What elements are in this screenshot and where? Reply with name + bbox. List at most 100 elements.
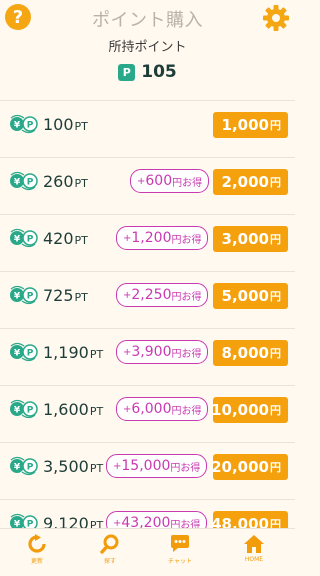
buy-button[interactable]: 2,000 円 — [213, 169, 288, 195]
package-row: ¥ P 100PT 1,000 円 — [0, 100, 295, 149]
bottom-nav: 更新 探す チャット HOME — [0, 528, 295, 576]
package-row: ¥ P 260PT +600 円お得 2,000 円 — [0, 157, 295, 206]
chat-icon — [171, 535, 189, 552]
package-row: ¥ P 1,190PT +3,900 円お得 8,000 円 — [0, 328, 295, 377]
bonus-badge: +6,000 円お得 — [116, 397, 209, 421]
price-value: 10,000 — [211, 401, 269, 419]
points-unit: PT — [89, 405, 104, 418]
yen-to-point-icon: ¥ P — [10, 114, 38, 134]
svg-text:¥: ¥ — [14, 463, 21, 473]
settings-button[interactable] — [262, 4, 290, 32]
nav-label: チャット — [168, 558, 192, 565]
points-value: 100 — [43, 115, 74, 134]
yen-to-point-icon: ¥ P — [10, 171, 38, 191]
price-unit: 円 — [270, 176, 281, 189]
package-row: ¥ P 1,600PT +6,000 円お得 10,000 円 — [0, 385, 295, 434]
price-unit: 円 — [270, 461, 281, 474]
buy-button[interactable]: 8,000 円 — [213, 340, 288, 366]
package-row: ¥ P 420PT +1,200 円お得 3,000 円 — [0, 214, 295, 263]
nav-search[interactable]: 探す — [90, 534, 130, 574]
svg-text:¥: ¥ — [14, 349, 21, 359]
bonus-badge: +3,900 円お得 — [116, 340, 209, 364]
buy-button[interactable]: 5,000 円 — [213, 283, 288, 309]
nav-label: 探す — [103, 558, 116, 565]
bonus-prefix: + — [113, 460, 122, 472]
buy-button[interactable]: 3,000 円 — [213, 226, 288, 252]
header: ? ポイント購入 — [0, 0, 295, 36]
package-row: ¥ P 3,500PT +15,000 円お得 20,000 円 — [0, 442, 295, 491]
yen-to-point-icon: ¥ P — [10, 456, 38, 476]
price-unit: 円 — [270, 347, 281, 360]
bonus-amount: 3,900 — [131, 344, 172, 360]
bonus-amount: 1,200 — [131, 230, 172, 246]
balance-value: 105 — [141, 62, 177, 82]
svg-text:¥: ¥ — [14, 406, 21, 416]
svg-text:¥: ¥ — [14, 235, 21, 245]
bonus-suffix: 円お得 — [171, 234, 202, 246]
balance-label: 所持ポイント — [108, 40, 187, 55]
points-unit: PT — [74, 234, 88, 247]
nav-refresh[interactable]: 更新 — [17, 534, 57, 574]
nav-chat[interactable]: チャット — [160, 534, 200, 574]
svg-text:P: P — [27, 178, 34, 188]
points-unit: PT — [89, 462, 104, 475]
bonus-prefix: + — [123, 289, 132, 301]
bonus-prefix: + — [123, 232, 132, 244]
points-unit: PT — [74, 120, 88, 133]
bonus-badge: +2,250 円お得 — [116, 283, 209, 307]
points-value: 1,190 — [43, 343, 89, 362]
points-amount: 420PT — [43, 229, 88, 248]
points-unit: PT — [74, 177, 88, 190]
points-value: 1,600 — [43, 400, 89, 419]
price-value: 20,000 — [211, 458, 269, 476]
bonus-suffix: 円お得 — [170, 462, 201, 474]
nav-home[interactable]: HOME — [234, 534, 274, 574]
svg-text:P: P — [27, 292, 34, 302]
price-value: 8,000 — [221, 344, 269, 362]
bonus-badge: +600 円お得 — [130, 169, 210, 193]
price-value: 5,000 — [221, 287, 269, 305]
points-unit: PT — [89, 348, 104, 361]
buy-button[interactable]: 10,000 円 — [211, 397, 288, 423]
home-icon — [244, 535, 264, 553]
search-icon — [100, 534, 119, 554]
refresh-icon — [28, 534, 46, 553]
bonus-suffix: 円お得 — [172, 177, 203, 189]
svg-text:¥: ¥ — [14, 292, 21, 302]
buy-button[interactable]: 20,000 円 — [211, 454, 288, 480]
points-amount: 100PT — [43, 115, 88, 134]
bonus-amount: 15,000 — [121, 458, 171, 474]
bonus-suffix: 円お得 — [171, 405, 202, 417]
price-value: 3,000 — [221, 230, 269, 248]
price-value: 1,000 — [221, 116, 269, 134]
bonus-badge: +15,000 円お得 — [106, 454, 208, 478]
price-unit: 円 — [270, 290, 281, 303]
points-value: 725 — [43, 286, 74, 305]
bonus-badge: +1,200 円お得 — [116, 226, 209, 250]
points-unit: PT — [74, 291, 88, 304]
svg-text:¥: ¥ — [14, 178, 21, 188]
bonus-amount: 2,250 — [131, 287, 172, 303]
svg-text:P: P — [27, 121, 34, 131]
point-balance: P 105 — [0, 62, 295, 82]
bonus-prefix: + — [123, 403, 132, 415]
points-amount: 3,500PT — [43, 457, 103, 476]
point-badge-icon: P — [118, 63, 136, 81]
yen-to-point-icon: ¥ P — [10, 285, 38, 305]
svg-text:P: P — [27, 406, 34, 416]
points-value: 3,500 — [43, 457, 89, 476]
svg-text:P: P — [27, 349, 34, 359]
bonus-amount: 6,000 — [131, 401, 172, 417]
svg-text:P: P — [27, 463, 34, 473]
bonus-prefix: + — [137, 175, 146, 187]
package-row: ¥ P 725PT +2,250 円お得 5,000 円 — [0, 271, 295, 320]
points-amount: 725PT — [43, 286, 88, 305]
nav-label: HOME — [244, 556, 264, 563]
buy-button[interactable]: 1,000 円 — [213, 112, 288, 138]
price-unit: 円 — [270, 233, 281, 246]
points-amount: 1,600PT — [43, 400, 103, 419]
bonus-suffix: 円お得 — [171, 291, 202, 303]
points-amount: 260PT — [43, 172, 88, 191]
points-value: 260 — [43, 172, 74, 191]
yen-to-point-icon: ¥ P — [10, 228, 38, 248]
